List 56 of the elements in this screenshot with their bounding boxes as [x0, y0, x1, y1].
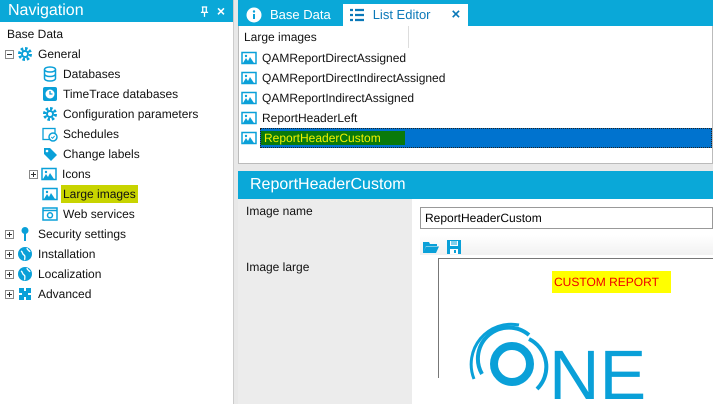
preview-caption: CUSTOM REPORT — [552, 271, 671, 293]
image-icon — [241, 50, 257, 66]
list-item[interactable]: QAMReportIndirectAssigned — [260, 89, 416, 107]
expand-toggle[interactable] — [5, 270, 14, 278]
image-icon — [42, 186, 58, 202]
image-icon — [41, 166, 57, 182]
column-header[interactable]: Large images — [239, 26, 409, 48]
image-icon — [241, 130, 257, 146]
tree-item[interactable]: Advanced — [36, 285, 94, 303]
list-item[interactable]: ReportHeaderLeft — [260, 109, 360, 127]
tag-icon — [42, 146, 58, 162]
field-label: Image large — [238, 255, 412, 404]
tree-item[interactable]: Icons — [60, 165, 93, 183]
globe-icon — [17, 246, 33, 262]
expand-toggle[interactable] — [29, 170, 38, 178]
panel-title: Navigation — [8, 1, 85, 21]
expand-toggle[interactable] — [5, 230, 14, 238]
window-icon — [42, 206, 58, 222]
tree-item[interactable]: Schedules — [61, 125, 122, 143]
gear-icon — [17, 46, 33, 62]
expand-toggle[interactable] — [5, 290, 14, 298]
tree-item[interactable]: Change labels — [61, 145, 142, 163]
tree-item[interactable]: Web services — [61, 205, 137, 223]
collapse-toggle[interactable] — [5, 50, 14, 58]
tree-root[interactable]: Base Data — [0, 24, 233, 44]
tree-item[interactable]: General — [36, 45, 83, 63]
tree-item[interactable]: Security settings — [36, 225, 128, 243]
list-item[interactable]: ReportHeaderCustom — [260, 128, 712, 148]
list-item[interactable]: QAMReportDirectAssigned — [260, 49, 408, 67]
globe-icon — [17, 266, 33, 282]
tab-close-button[interactable]: × — [452, 4, 460, 26]
gear-icon — [42, 106, 58, 122]
expand-toggle[interactable] — [5, 250, 14, 258]
tree-item[interactable]: Large images — [61, 185, 138, 203]
list-item[interactable]: QAMReportDirectIndirectAssigned — [260, 69, 448, 87]
tree-item[interactable]: Localization — [36, 265, 104, 283]
field-label: Image name — [238, 199, 412, 255]
detail-title: ReportHeaderCustom — [238, 171, 713, 199]
save-icon[interactable] — [446, 238, 462, 254]
puzzle-icon — [17, 286, 33, 302]
text-field[interactable]: ReportHeaderCustom — [420, 207, 713, 229]
calendar-icon — [42, 126, 58, 142]
image-icon — [241, 70, 257, 86]
database-icon — [42, 66, 58, 82]
tree-item[interactable]: Databases — [61, 65, 122, 83]
tree-item[interactable]: Installation — [36, 245, 98, 263]
pin-icon[interactable] — [200, 6, 209, 16]
tree-item[interactable]: TimeTrace databases — [61, 85, 180, 103]
logo-drawing: NE — [469, 319, 669, 399]
image-icon — [241, 110, 257, 126]
list-icon — [348, 7, 365, 23]
info-icon — [246, 7, 262, 23]
tree-item[interactable]: Configuration parameters — [61, 105, 200, 123]
image-icon — [241, 90, 257, 106]
clock-icon — [42, 86, 58, 102]
tab[interactable]: List Editor × — [342, 4, 468, 26]
